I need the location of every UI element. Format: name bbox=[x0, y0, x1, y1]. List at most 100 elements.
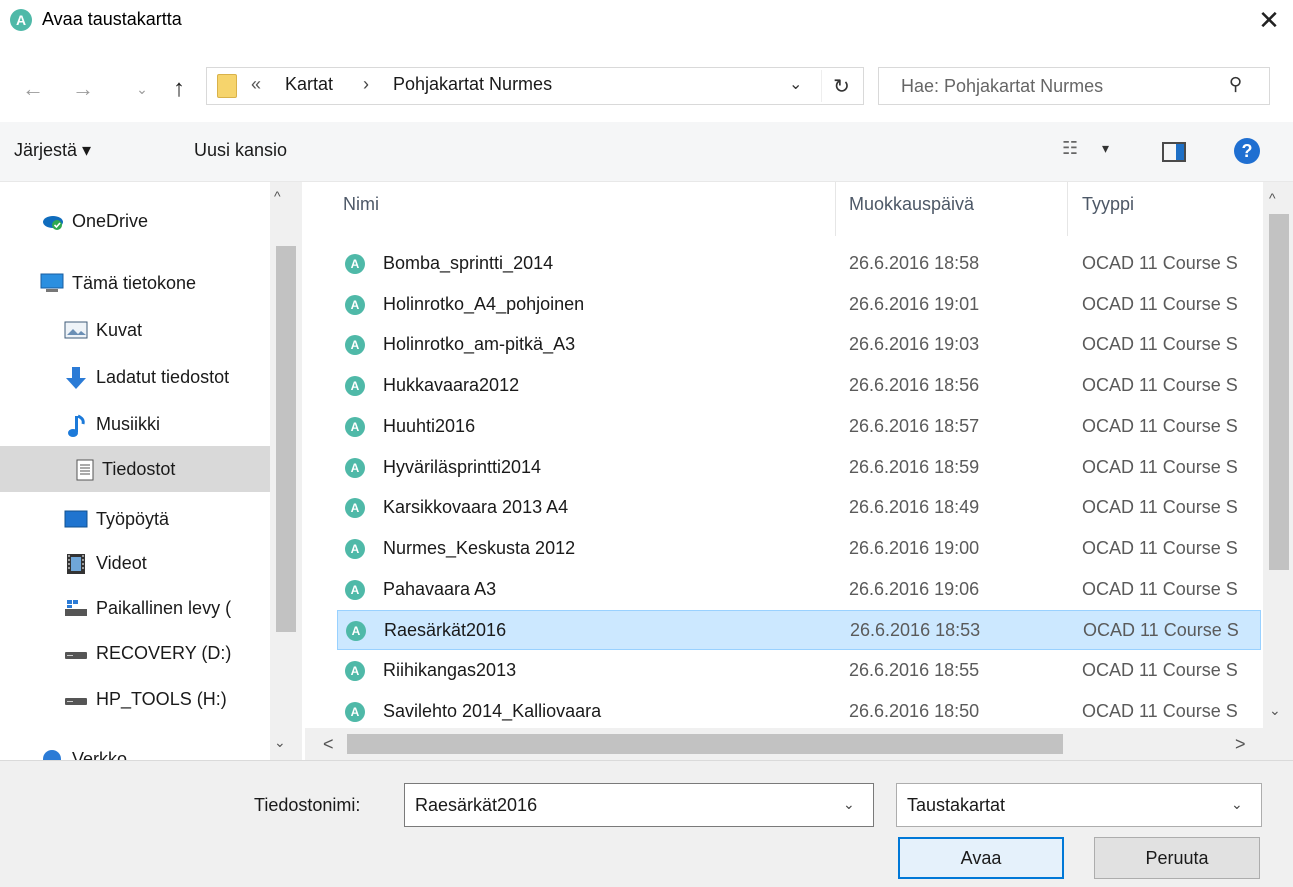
file-row[interactable]: A Hyväriläsprintti2014 26.6.2016 18:59 OCAD… bbox=[337, 448, 1261, 488]
forward-button[interactable]: → bbox=[66, 72, 100, 106]
sidebar-item-documents[interactable]: Tiedostot bbox=[0, 446, 270, 492]
file-name: Riihikangas2013 bbox=[383, 660, 517, 680]
file-name: Karsikkovaara 2013 A4 bbox=[383, 497, 569, 518]
scroll-thumb[interactable] bbox=[1269, 214, 1289, 570]
sidebar-item-downloads[interactable]: Ladatut tiedostot bbox=[64, 358, 229, 396]
sidebar-item-recovery-d[interactable]: RECOVERY (D:) bbox=[64, 634, 231, 672]
refresh-button[interactable]: ↻ bbox=[821, 70, 861, 102]
downloads-icon bbox=[64, 367, 88, 389]
file-modified-date: 26.6.2016 18:56 bbox=[849, 375, 980, 396]
sidebar-item-label: RECOVERY (D:) bbox=[96, 642, 232, 663]
filename-value[interactable]: Raesärkät2016 bbox=[415, 795, 537, 816]
column-divider[interactable] bbox=[835, 182, 836, 236]
sidebar-item-local-disk[interactable]: Paikallinen levy ( bbox=[64, 589, 231, 627]
column-header-name[interactable]: Nimi bbox=[343, 194, 379, 215]
file-type: OCAD 11 Course S bbox=[1082, 497, 1238, 518]
file-list: ^ Nimi Muokkauspäivä Tyyppi A Bomba_sprin… bbox=[305, 182, 1293, 760]
view-options-icon[interactable]: ☷ bbox=[1062, 138, 1078, 159]
onedrive-icon bbox=[40, 211, 64, 231]
file-list-horizontal-scrollbar[interactable]: < > bbox=[305, 728, 1263, 760]
dialog-footer: Tiedostonimi: Raesärkät2016 ⌄ Taustakart… bbox=[0, 760, 1293, 887]
ocad-file-icon: A bbox=[345, 498, 365, 519]
file-row[interactable]: A Hukkavaara2012 26.6.2016 18:56 OCAD 11 Co… bbox=[337, 366, 1261, 406]
arrow-left-icon: ← bbox=[22, 76, 44, 101]
sidebar-item-music[interactable]: Musiikki bbox=[64, 405, 160, 443]
breadcrumb-kartat[interactable]: Kartat bbox=[285, 74, 333, 95]
file-row[interactable]: A Holinrotko_am-pitkä_A3 26.6.2016 19:03 OC… bbox=[337, 325, 1261, 365]
scroll-down-arrow-icon[interactable]: ⌄ bbox=[1269, 702, 1281, 719]
pictures-icon bbox=[64, 320, 88, 340]
breadcrumb-separator[interactable]: › bbox=[363, 74, 369, 95]
refresh-icon: ↻ bbox=[833, 75, 850, 98]
file-type: OCAD 11 Course S bbox=[1082, 253, 1238, 273]
sidebar-item-hp-tools-h[interactable]: HP_TOOLS (H:) bbox=[64, 680, 227, 718]
desktop-icon bbox=[64, 509, 88, 529]
file-row[interactable]: A Raesärkät2016 26.6.2016 18:53 OCAD 11 Cou… bbox=[337, 610, 1261, 651]
file-modified-date: 26.6.2016 18:59 bbox=[849, 456, 980, 477]
scroll-up-arrow-icon[interactable]: ^ bbox=[274, 188, 281, 204]
cancel-button[interactable]: Peruuta bbox=[1094, 837, 1260, 879]
back-button[interactable]: ← bbox=[16, 72, 50, 106]
scroll-right-arrow-icon[interactable]: > bbox=[1235, 734, 1246, 755]
scroll-down-arrow-icon[interactable]: ⌄ bbox=[274, 734, 286, 751]
column-header-type[interactable]: Tyyppi bbox=[1082, 194, 1134, 215]
up-button[interactable]: ↑ bbox=[164, 72, 194, 106]
filename-combobox[interactable]: Raesärkät2016 ⌄ bbox=[404, 783, 874, 827]
file-row[interactable]: A Riihikangas2013 26.6.2016 18:55 OCAD 11 C… bbox=[337, 651, 1261, 691]
ocad-file-icon: A bbox=[345, 457, 365, 478]
file-modified-date: 26.6.2016 19:01 bbox=[849, 293, 980, 314]
sidebar-item-desktop[interactable]: Työpöytä bbox=[64, 500, 169, 538]
file-row[interactable]: A Karsikkovaara 2013 A4 26.6.2016 18:49 OCA… bbox=[337, 488, 1261, 528]
recent-locations-button[interactable]: ⌄ bbox=[130, 72, 154, 106]
file-row[interactable]: A Pahavaara A3 26.6.2016 19:06 OCAD 11 Cour… bbox=[337, 570, 1261, 610]
file-row[interactable]: A Bomba_sprintti_2014 26.6.2016 18:58 OCAD … bbox=[337, 244, 1261, 284]
scroll-thumb[interactable] bbox=[347, 734, 1063, 754]
sidebar-item-onedrive[interactable]: OneDrive bbox=[40, 202, 148, 240]
path-overflow-button[interactable]: « bbox=[251, 74, 261, 95]
documents-icon bbox=[76, 459, 94, 481]
sidebar-item-this-pc[interactable]: Tämä tietokone bbox=[40, 264, 196, 302]
new-folder-button[interactable]: Uusi kansio bbox=[194, 140, 287, 161]
sidebar-item-pictures[interactable]: Kuvat bbox=[64, 311, 142, 349]
file-type: OCAD 11 Course S bbox=[1082, 700, 1238, 721]
view-dropdown-button[interactable]: ▾ bbox=[1102, 140, 1109, 157]
sidebar-item-label: Ladatut tiedostot bbox=[96, 366, 230, 387]
open-button[interactable]: Avaa bbox=[898, 837, 1064, 879]
address-bar[interactable]: « Kartat › Pohjakartat Nurmes ⌄ ↻ bbox=[206, 67, 864, 105]
organize-button[interactable]: Järjestä ▾ bbox=[14, 140, 91, 161]
file-modified-date: 26.6.2016 18:49 bbox=[849, 497, 980, 518]
file-row[interactable]: A Nurmes_Keskusta 2012 26.6.2016 19:00 OCAD… bbox=[337, 529, 1261, 569]
sidebar-scrollbar[interactable]: ^ ⌄ bbox=[270, 182, 302, 760]
file-type: OCAD 11 Course S bbox=[1082, 415, 1238, 436]
file-name: Savilehto 2014_Kalliovaara bbox=[383, 700, 602, 721]
scroll-left-arrow-icon[interactable]: < bbox=[323, 734, 334, 755]
help-icon[interactable]: ? bbox=[1234, 138, 1260, 164]
chevron-down-icon[interactable]: ⌄ bbox=[843, 796, 855, 813]
file-name: Holinrotko_A4_pohjoinen bbox=[383, 293, 585, 314]
file-row[interactable]: A Huuhti2016 26.6.2016 18:57 OCAD 11 Course… bbox=[337, 407, 1261, 447]
scroll-up-arrow-icon[interactable]: ^ bbox=[1269, 190, 1276, 206]
search-icon[interactable]: ⚲ bbox=[1229, 74, 1242, 95]
column-divider[interactable] bbox=[1067, 182, 1068, 236]
file-row[interactable]: A Savilehto 2014_Kalliovaara 26.6.2016 18:… bbox=[337, 692, 1261, 732]
sidebar-item-videos[interactable]: Videot bbox=[64, 544, 147, 582]
close-button[interactable]: ✕ bbox=[1249, 2, 1289, 38]
file-name: Pahavaara A3 bbox=[383, 578, 497, 599]
chevron-down-icon: ⌄ bbox=[789, 76, 803, 93]
preview-pane-icon[interactable] bbox=[1162, 142, 1186, 162]
file-row[interactable]: A Holinrotko_A4_pohjoinen 26.6.2016 19:01 O… bbox=[337, 285, 1261, 325]
address-dropdown-button[interactable]: ⌄ bbox=[789, 74, 802, 94]
filetype-select[interactable]: Taustakartat ⌄ bbox=[896, 783, 1262, 827]
sidebar-item-label: OneDrive bbox=[72, 210, 149, 231]
ocad-file-icon: A bbox=[346, 621, 366, 642]
window-title: Avaa taustakartta bbox=[42, 9, 182, 29]
scroll-thumb[interactable] bbox=[276, 246, 296, 632]
sidebar-item-network[interactable]: Verkko bbox=[40, 740, 127, 760]
ocad-file-icon: A bbox=[345, 416, 365, 437]
column-header-modified[interactable]: Muokkauspäivä bbox=[849, 194, 974, 215]
file-name: Huuhti2016 bbox=[383, 415, 476, 436]
search-input[interactable]: Hae: Pohjakartat Nurmes ⚲ bbox=[878, 67, 1270, 105]
breadcrumb-pohjakartat-nurmes[interactable]: Pohjakartat Nurmes bbox=[393, 74, 552, 95]
file-list-vertical-scrollbar[interactable]: ^ ⌄ bbox=[1263, 182, 1293, 728]
file-modified-date: 26.6.2016 18:57 bbox=[849, 415, 980, 436]
